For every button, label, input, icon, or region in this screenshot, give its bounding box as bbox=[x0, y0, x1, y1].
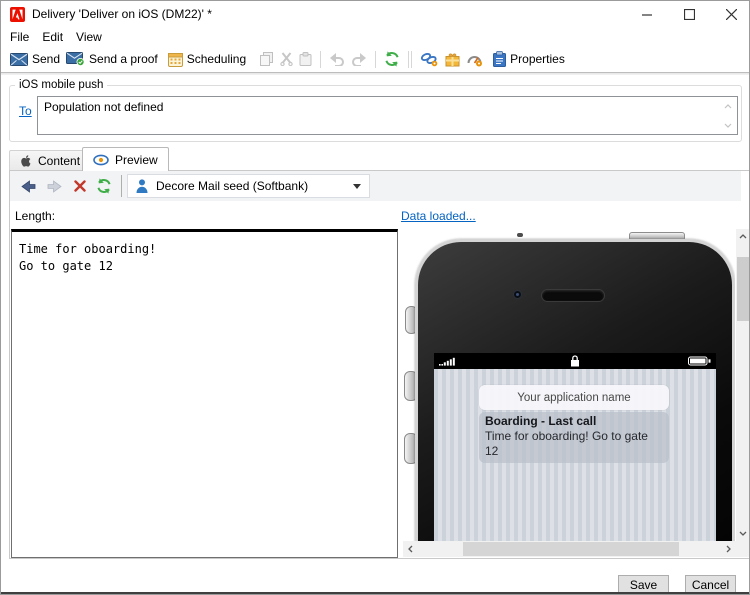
copy-icon bbox=[260, 52, 274, 66]
notification-title: Boarding - Last call bbox=[485, 414, 597, 428]
phone-preview: Your application name Boarding - Last ca… bbox=[403, 229, 735, 541]
chevron-down-icon bbox=[353, 183, 361, 189]
scheduling-button[interactable]: Scheduling bbox=[165, 50, 249, 69]
delivery-window: Delivery 'Deliver on iOS (DM22)' * File … bbox=[0, 0, 750, 595]
scroll-left-button[interactable] bbox=[403, 541, 418, 557]
delete-button[interactable] bbox=[71, 177, 89, 195]
send-a-proof-button[interactable]: Send a proof bbox=[63, 50, 161, 68]
vertical-scroll-thumb[interactable] bbox=[737, 257, 749, 321]
window-title: Delivery 'Deliver on iOS (DM22)' * bbox=[32, 7, 212, 21]
eye-icon bbox=[93, 154, 109, 166]
preview-toolbar bbox=[10, 171, 741, 201]
message-input[interactable]: Time for oboarding! Go to gate 12 bbox=[11, 229, 398, 558]
group-legend: iOS mobile push bbox=[15, 79, 108, 91]
notification-body: Time for oboarding! Go to gate 12 bbox=[485, 429, 648, 458]
notification-app-name: Your application name bbox=[479, 385, 669, 410]
scroll-down-icon[interactable] bbox=[722, 120, 734, 130]
back-button[interactable] bbox=[19, 177, 37, 195]
cancel-button[interactable]: Cancel bbox=[685, 575, 736, 594]
reload-preview-button[interactable] bbox=[95, 177, 113, 195]
paste-button[interactable] bbox=[296, 50, 315, 68]
pressure-rules-icon bbox=[467, 55, 483, 66]
delete-x-icon bbox=[74, 180, 86, 192]
phone-top-mic bbox=[517, 233, 523, 237]
menu-view[interactable]: View bbox=[76, 30, 102, 44]
tab-content-label: Content bbox=[38, 154, 81, 168]
chevron-down-icon bbox=[739, 531, 747, 536]
phone-camera bbox=[513, 290, 522, 299]
chevron-left-icon bbox=[408, 545, 413, 553]
horizontal-scroll-thumb[interactable] bbox=[463, 542, 679, 556]
vertical-scrollbar[interactable] bbox=[736, 229, 749, 541]
chevron-right-icon bbox=[726, 545, 731, 553]
phone-status-bar bbox=[434, 353, 716, 369]
to-link[interactable]: To bbox=[19, 104, 32, 118]
menu-bar: File Edit View bbox=[1, 27, 749, 46]
scroll-down-button[interactable] bbox=[736, 526, 749, 541]
offers-button[interactable] bbox=[442, 50, 463, 69]
send-button[interactable]: Send bbox=[7, 50, 63, 68]
length-label: Length: bbox=[15, 209, 56, 223]
pressure-rules-button[interactable] bbox=[463, 50, 486, 69]
undo-icon bbox=[330, 52, 345, 66]
forward-arrow-icon bbox=[47, 179, 62, 193]
reload-icon bbox=[97, 178, 111, 194]
redo-button[interactable] bbox=[348, 51, 370, 68]
adobe-logo-icon bbox=[10, 7, 25, 22]
phone-speaker bbox=[541, 289, 605, 302]
seed-selector-value: Decore Mail seed (Softbank) bbox=[156, 179, 309, 193]
refresh-icon bbox=[385, 51, 399, 67]
main-toolbar: Send Send a proof Scheduling Properties bbox=[1, 46, 749, 72]
maximize-icon bbox=[683, 8, 695, 20]
maximize-button[interactable] bbox=[668, 1, 710, 27]
undo-button[interactable] bbox=[326, 51, 348, 68]
paste-icon bbox=[299, 52, 312, 66]
scrollbar-corner bbox=[736, 541, 749, 557]
send-icon bbox=[10, 52, 28, 66]
preview-toolbar-separator bbox=[121, 175, 122, 197]
notification-message: Boarding - Last call Time for oboarding!… bbox=[479, 412, 669, 463]
copy-button[interactable] bbox=[257, 50, 277, 68]
minimize-icon bbox=[641, 13, 652, 16]
to-field-value: Population not defined bbox=[44, 100, 164, 114]
properties-button[interactable]: Properties bbox=[490, 49, 568, 69]
tab-content[interactable]: Content bbox=[9, 150, 92, 171]
link-gear-icon bbox=[421, 52, 438, 66]
toolbar-separator bbox=[1, 72, 749, 75]
scroll-up-icon[interactable] bbox=[722, 101, 734, 111]
properties-icon bbox=[493, 51, 507, 67]
tab-preview[interactable]: Preview bbox=[82, 147, 169, 172]
menu-file[interactable]: File bbox=[10, 30, 29, 44]
offers-icon bbox=[445, 53, 460, 66]
scroll-up-button[interactable] bbox=[736, 229, 749, 244]
forward-button[interactable] bbox=[45, 177, 63, 195]
cut-icon bbox=[280, 52, 293, 66]
cut-button[interactable] bbox=[277, 50, 296, 68]
close-icon bbox=[725, 8, 737, 20]
seed-selector[interactable]: Decore Mail seed (Softbank) bbox=[127, 174, 370, 198]
title-bar: Delivery 'Deliver on iOS (DM22)' * bbox=[1, 1, 749, 27]
save-button[interactable]: Save bbox=[618, 575, 669, 594]
apple-icon bbox=[21, 155, 31, 167]
to-field[interactable]: Population not defined bbox=[37, 96, 738, 135]
chevron-up-icon bbox=[739, 234, 747, 239]
lock-icon bbox=[571, 355, 579, 367]
scroll-right-button[interactable] bbox=[721, 541, 736, 557]
redo-icon bbox=[352, 52, 367, 66]
minimize-button[interactable] bbox=[626, 1, 668, 27]
person-icon bbox=[136, 179, 148, 193]
phone-body: Your application name Boarding - Last ca… bbox=[415, 239, 735, 541]
link-gear-button[interactable] bbox=[417, 50, 442, 69]
refresh-button[interactable] bbox=[381, 49, 403, 69]
send-proof-icon bbox=[66, 52, 85, 66]
horizontal-scrollbar[interactable] bbox=[403, 541, 736, 557]
menu-edit[interactable]: Edit bbox=[42, 30, 63, 44]
close-button[interactable] bbox=[710, 1, 749, 27]
data-loaded-link[interactable]: Data loaded... bbox=[401, 209, 476, 223]
scheduling-icon bbox=[167, 52, 183, 67]
back-arrow-icon bbox=[20, 179, 35, 193]
phone-screen: Your application name Boarding - Last ca… bbox=[434, 353, 716, 541]
tab-preview-label: Preview bbox=[115, 153, 158, 167]
